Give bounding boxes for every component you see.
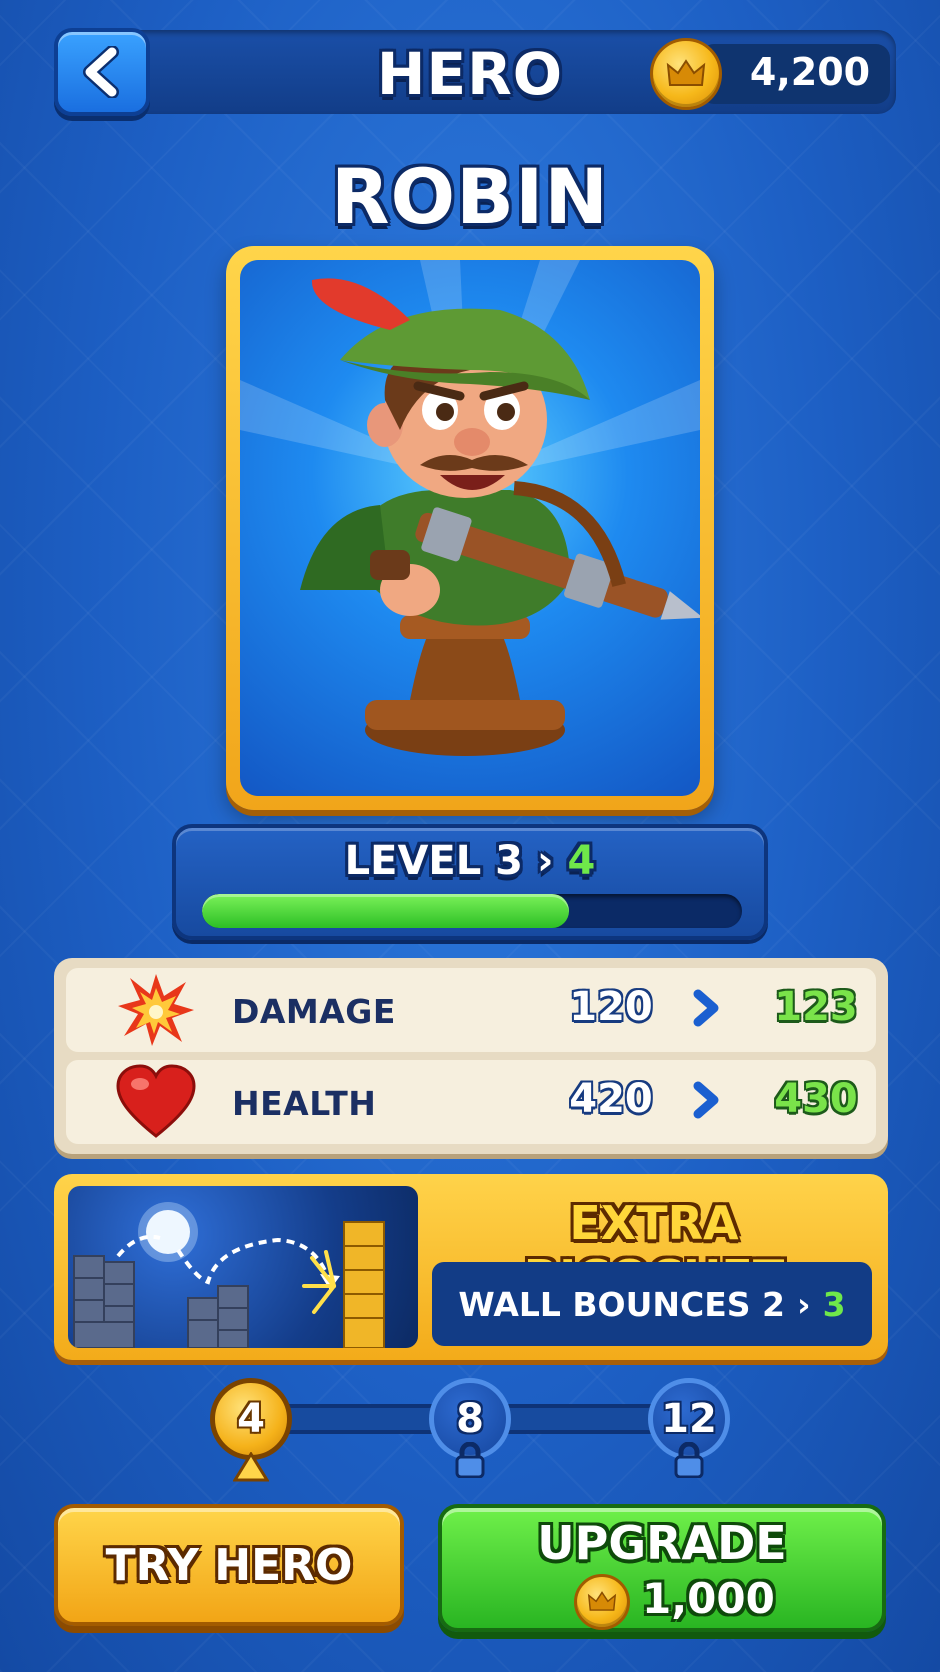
ricochet-wall-bounce-icon [73,1202,385,1348]
chevron-right-icon [693,1081,719,1119]
crown-coin-icon [574,1574,630,1630]
ability-description: WALL BOUNCES 2 › 3 [432,1262,872,1346]
ability-next-value: 3 [822,1284,846,1324]
upgrade-cost: 1,000 [642,1574,775,1623]
hero-portrait [240,260,700,796]
upgrade-button[interactable]: UPGRADE 1,000 [438,1504,886,1632]
upgrade-label: UPGRADE [537,1516,787,1570]
stat-next-value: 430 [774,1076,858,1122]
milestone-4[interactable]: 4 [210,1378,292,1460]
level-progress-fill [202,894,570,928]
current-level: LEVEL 3 [344,838,523,884]
stat-next-value: 123 [774,984,858,1030]
ricochet-illustration [68,1186,418,1348]
level-label: LEVEL 3 › 4 [176,838,764,884]
stat-row-health: HEALTH 420 430 [66,1060,876,1144]
crown-coin-icon [650,38,722,110]
robin-hood-figure [240,260,700,756]
hero-name: ROBIN [331,152,609,241]
ability-panel: EXTRA RICOCHET WALL BOUNCES 2›3 [54,1174,888,1360]
chevron-right-icon [693,989,719,1027]
level-panel: LEVEL 3 › 4 [172,824,768,940]
explosion-icon [118,974,194,1046]
hero-portrait-card [226,246,714,810]
stats-panel: DAMAGE 120 123 HEALTH 420 430 [54,958,888,1154]
level-arrow: › [537,838,554,884]
ability-desc-label: WALL BOUNCES 2 [458,1284,786,1324]
stat-label: DAMAGE [232,992,396,1031]
stat-current-value: 420 [569,1076,653,1122]
lock-icon [455,1442,485,1478]
stat-row-damage: DAMAGE 120 123 [66,968,876,1052]
next-level: 4 [567,838,596,884]
stat-label: HEALTH [232,1084,377,1123]
lock-icon [674,1442,704,1478]
current-milestone-pointer-icon [233,1452,269,1482]
ability-arrow: › [797,1284,811,1324]
heart-icon [116,1064,196,1138]
try-hero-button[interactable]: TRY HERO [54,1504,404,1626]
coin-amount: 4,200 [749,50,871,94]
level-progress-bar [202,894,742,928]
stat-current-value: 120 [569,984,653,1030]
